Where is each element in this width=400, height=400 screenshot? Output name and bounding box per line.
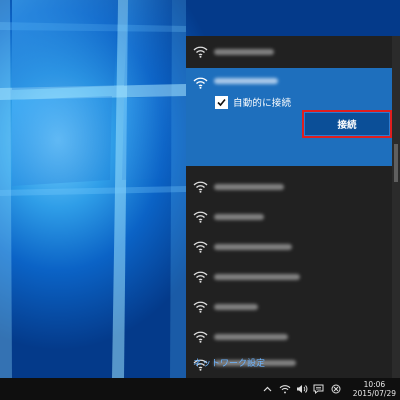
auto-connect-checkbox[interactable] bbox=[215, 95, 228, 109]
network-item[interactable] bbox=[186, 322, 392, 353]
taskbar: 10:06 2015/07/29 bbox=[0, 378, 400, 400]
network-name-blurred bbox=[214, 334, 288, 340]
wifi-signal-icon bbox=[193, 181, 208, 193]
clock-date: 2015/07/29 bbox=[352, 389, 396, 398]
wifi-signal-icon bbox=[193, 241, 208, 253]
wifi-flyout: 自動的に接続 接続 ネットワーク設定 bbox=[186, 36, 400, 378]
wifi-icon[interactable] bbox=[279, 383, 291, 395]
input-indicator-icon[interactable] bbox=[330, 383, 342, 395]
network-name-blurred bbox=[214, 214, 264, 220]
chevron-up-icon[interactable] bbox=[262, 383, 274, 395]
wifi-signal-icon bbox=[193, 46, 208, 58]
connect-button[interactable]: 接続 bbox=[302, 110, 392, 138]
network-name-blurred bbox=[214, 78, 278, 84]
network-settings-link[interactable]: ネットワーク設定 bbox=[193, 356, 265, 369]
wifi-signal-icon bbox=[193, 271, 208, 283]
volume-icon[interactable] bbox=[296, 383, 308, 395]
network-name-blurred bbox=[214, 304, 258, 310]
network-name-blurred bbox=[214, 274, 300, 280]
taskbar-clock[interactable]: 10:06 2015/07/29 bbox=[353, 380, 396, 398]
network-item[interactable] bbox=[186, 262, 392, 293]
flyout-scrollbar[interactable] bbox=[392, 36, 400, 378]
network-name-blurred bbox=[214, 184, 284, 190]
scrollbar-thumb[interactable] bbox=[394, 144, 398, 182]
auto-connect-row[interactable]: 自動的に接続 bbox=[215, 94, 291, 110]
auto-connect-label: 自動的に接続 bbox=[233, 98, 292, 109]
network-item[interactable] bbox=[186, 37, 392, 68]
network-item[interactable] bbox=[186, 232, 392, 263]
wifi-signal-icon bbox=[193, 77, 208, 89]
wifi-signal-icon bbox=[193, 301, 208, 313]
network-item-selected[interactable]: 自動的に接続 接続 bbox=[186, 68, 392, 166]
network-item[interactable] bbox=[186, 172, 392, 203]
clock-time: 10:06 bbox=[363, 380, 386, 389]
network-name-blurred bbox=[214, 244, 292, 250]
system-tray: 10:06 2015/07/29 bbox=[262, 378, 396, 400]
wifi-signal-icon bbox=[193, 331, 208, 343]
network-name-blurred bbox=[214, 49, 274, 55]
network-item[interactable] bbox=[186, 202, 392, 233]
network-item[interactable] bbox=[186, 292, 392, 323]
checkmark-icon bbox=[217, 98, 226, 106]
wifi-signal-icon bbox=[193, 211, 208, 223]
action-center-icon[interactable] bbox=[313, 383, 325, 395]
